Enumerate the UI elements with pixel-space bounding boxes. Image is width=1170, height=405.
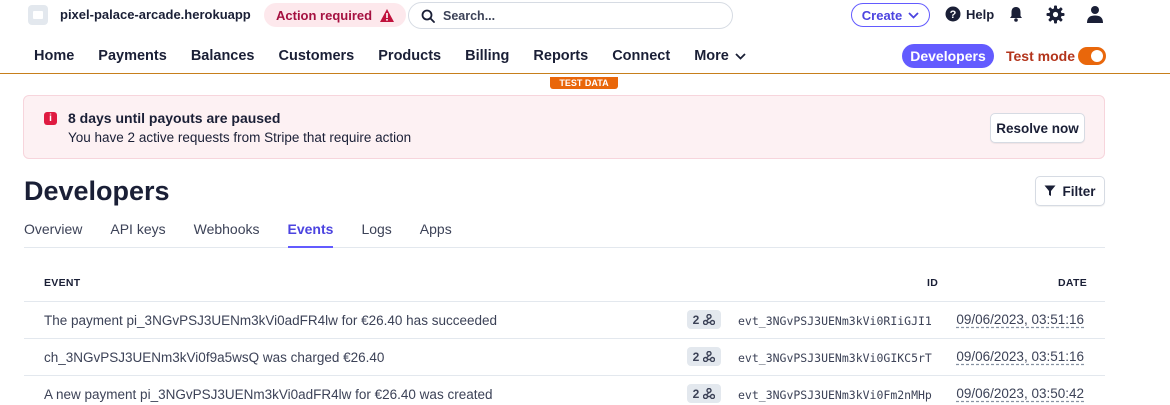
create-label: Create [861, 7, 903, 23]
help-button[interactable]: ? Help [945, 6, 994, 22]
nav-item-customers[interactable]: Customers [279, 48, 355, 64]
webhook-count: 2 [692, 349, 700, 364]
event-date: 09/06/2023, 03:51:16 [956, 349, 1084, 364]
webhook-count: 2 [692, 386, 700, 401]
column-header-event: EVENT [44, 277, 81, 289]
help-icon: ? [945, 6, 961, 22]
nav-item-balances[interactable]: Balances [191, 48, 255, 64]
top-bar: pixel-palace-arcade.herokuapp Action req… [0, 0, 1170, 34]
search-input[interactable] [443, 8, 703, 23]
filter-icon [1044, 185, 1056, 196]
developer-tabs: Overview API keys Webhooks Events Logs A… [24, 220, 1105, 248]
search-icon [421, 9, 435, 23]
tab-overview[interactable]: Overview [24, 220, 82, 248]
nav-item-more-label: More [694, 48, 729, 64]
nav-item-products[interactable]: Products [378, 48, 441, 64]
event-description: The payment pi_3NGvPSJ3UENm3kVi0adFR4lw … [44, 313, 497, 328]
event-date: 09/06/2023, 03:51:16 [956, 312, 1084, 327]
page-title: Developers [24, 176, 170, 206]
webhook-count-badge: 2 [687, 310, 721, 329]
developers-button[interactable]: Developers [902, 44, 994, 68]
event-id: evt_3NGvPSJ3UENm3kVi0GIKC5rT [738, 351, 932, 365]
nav-item-home[interactable]: Home [34, 48, 74, 64]
action-required-label: Action required [276, 7, 373, 23]
test-data-tag: TEST DATA [550, 77, 618, 89]
resolve-now-button[interactable]: Resolve now [990, 113, 1085, 143]
test-mode-label: Test mode [1006, 48, 1075, 64]
column-header-id: ID [927, 277, 939, 289]
banner-title: 8 days until payouts are paused [68, 110, 281, 126]
chevron-down-icon [908, 11, 919, 19]
event-description: ch_3NGvPSJ3UENm3kVi0f9a5wsQ was charged … [44, 350, 385, 365]
column-header-date: DATE [1058, 277, 1088, 289]
webhook-count-badge: 2 [687, 347, 721, 366]
webhook-icon [703, 351, 716, 362]
nav-item-connect[interactable]: Connect [612, 48, 670, 64]
account-name[interactable]: pixel-palace-arcade.herokuapp [60, 7, 251, 22]
table-row[interactable]: A new payment pi_3NGvPSJ3UENm3kVi0adFR4l… [24, 375, 1105, 405]
chevron-down-icon [735, 52, 746, 60]
filter-button[interactable]: Filter [1035, 176, 1105, 206]
nav-item-reports[interactable]: Reports [533, 48, 588, 64]
banner-subtitle: You have 2 active requests from Stripe t… [68, 130, 412, 145]
warning-icon [380, 8, 395, 22]
nav-item-payments[interactable]: Payments [98, 48, 167, 64]
nav-item-billing[interactable]: Billing [465, 48, 509, 64]
info-icon: i [44, 112, 57, 125]
event-date: 09/06/2023, 03:50:42 [956, 386, 1084, 401]
table-row[interactable]: The payment pi_3NGvPSJ3UENm3kVi0adFR4lw … [24, 301, 1105, 338]
filter-label: Filter [1062, 183, 1096, 199]
test-mode-toggle[interactable] [1078, 47, 1106, 65]
tab-webhooks[interactable]: Webhooks [194, 220, 260, 248]
tab-logs[interactable]: Logs [361, 220, 391, 248]
svg-text:?: ? [950, 9, 957, 21]
action-required-pill[interactable]: Action required [264, 3, 407, 27]
webhook-icon [703, 388, 716, 399]
webhook-count-badge: 2 [687, 384, 721, 403]
tab-api-keys[interactable]: API keys [110, 220, 165, 248]
nav-items: Home Payments Balances Customers Product… [34, 48, 770, 64]
webhook-icon [703, 314, 716, 325]
account-icon[interactable] [28, 5, 48, 25]
payouts-paused-banner: i 8 days until payouts are paused You ha… [23, 95, 1105, 159]
event-id: evt_3NGvPSJ3UENm3kVi0RIiGJI1 [738, 314, 932, 328]
search-bar[interactable] [408, 2, 733, 29]
user-icon[interactable] [1086, 5, 1104, 23]
event-description: A new payment pi_3NGvPSJ3UENm3kVi0adFR4l… [44, 387, 493, 402]
main-nav: Home Payments Balances Customers Product… [0, 38, 1170, 74]
create-button[interactable]: Create [851, 3, 930, 27]
gear-icon[interactable] [1046, 5, 1065, 24]
webhook-count: 2 [692, 312, 700, 327]
tab-apps[interactable]: Apps [420, 220, 452, 248]
tab-events[interactable]: Events [287, 220, 334, 248]
nav-item-more[interactable]: More [694, 48, 746, 64]
bell-icon[interactable] [1007, 5, 1025, 23]
event-id: evt_3NGvPSJ3UENm3kVi0Fm2nMHp [738, 388, 932, 402]
help-label: Help [966, 6, 995, 22]
table-row[interactable]: ch_3NGvPSJ3UENm3kVi0f9a5wsQ was charged … [24, 338, 1105, 375]
